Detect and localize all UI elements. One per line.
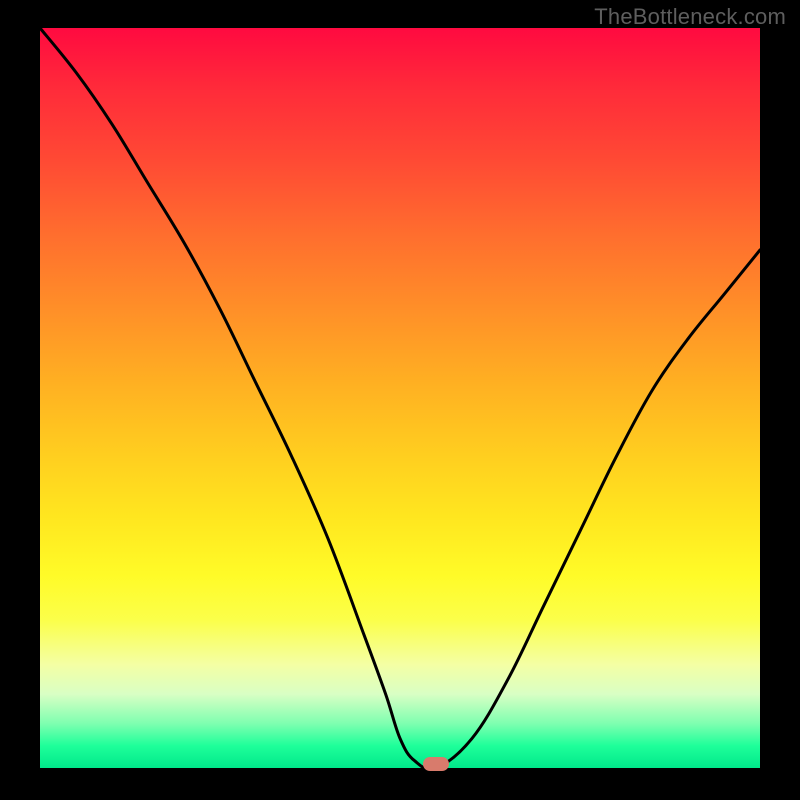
optimal-point-marker bbox=[423, 757, 449, 771]
curve-path bbox=[40, 28, 760, 769]
plot-area bbox=[40, 28, 760, 768]
chart-frame: TheBottleneck.com bbox=[0, 0, 800, 800]
watermark-text: TheBottleneck.com bbox=[594, 4, 786, 30]
bottleneck-curve bbox=[40, 28, 760, 768]
